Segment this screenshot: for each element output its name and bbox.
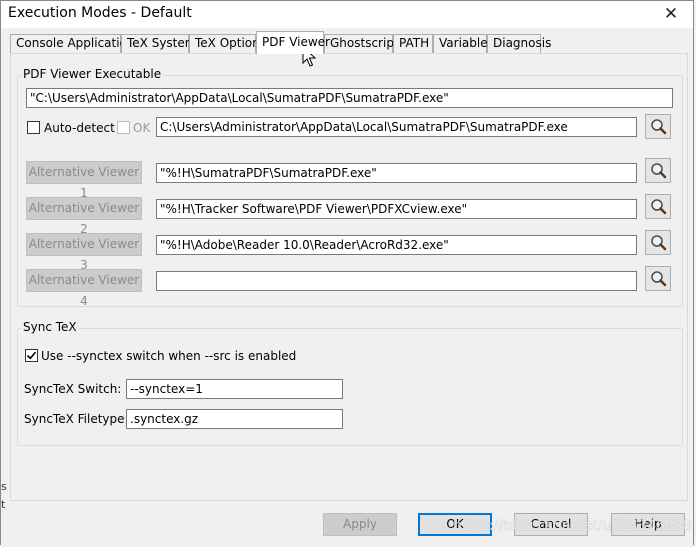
apply-button[interactable]: Apply	[323, 513, 397, 536]
synctex-group-label: Sync TeX	[21, 320, 79, 334]
ok-checkbox-label: OK	[133, 121, 151, 135]
browse-button-alt-4[interactable]	[645, 266, 671, 291]
browse-button-detected[interactable]	[645, 114, 671, 139]
alternative-viewer-2-button[interactable]: Alternative Viewer 2	[26, 197, 142, 236]
tab-pdf-viewer[interactable]: PDF Viewer	[256, 31, 330, 54]
alternative-viewer-4-button[interactable]: Alternative Viewer 4	[26, 269, 142, 308]
detected-path-field[interactable]: C:\Users\Administrator\AppData\Local\Sum…	[156, 117, 637, 137]
edge-fragment: t	[1, 498, 6, 511]
alternative-viewer-3-button[interactable]: Alternative Viewer 3	[26, 233, 142, 272]
tab-path[interactable]: PATH	[393, 34, 433, 53]
checkmark-icon	[26, 351, 37, 360]
tab-label: PDF Viewer	[262, 35, 330, 49]
alternative-viewer-1-input[interactable]: "%!H\SumatraPDF\SumatraPDF.exe"	[156, 163, 637, 183]
use-synctex-checkbox[interactable]	[25, 349, 38, 362]
magnifier-icon	[651, 119, 667, 135]
help-button[interactable]: Help	[611, 513, 685, 536]
ok-checkbox[interactable]	[117, 121, 130, 134]
tab-variables[interactable]: Variables	[433, 34, 494, 53]
title-bar: Execution Modes - Default ✕	[1, 1, 693, 28]
synctex-filetype-label: SyncTeX Filetype:	[24, 412, 129, 426]
magnifier-icon	[651, 163, 667, 179]
tab-label: Ghostscript	[330, 36, 399, 50]
magnifier-icon	[651, 235, 667, 251]
tab-label: Variables	[439, 36, 494, 50]
tab-ghostscript[interactable]: Ghostscript	[324, 34, 399, 53]
auto-detect-checkbox[interactable]	[27, 121, 40, 134]
pdf-viewer-panel: PDF Viewer Executable "C:\Users\Administ…	[10, 53, 688, 501]
auto-detect-label: Auto-detect	[44, 121, 115, 135]
tab-label: PATH	[399, 36, 430, 50]
alternative-viewer-2-input[interactable]: "%!H\Tracker Software\PDF Viewer\PDFXCvi…	[156, 199, 637, 219]
pdf-viewer-executable-label: PDF Viewer Executable	[21, 67, 164, 81]
tab-diagnosis[interactable]: Diagnosis	[487, 34, 551, 53]
close-icon[interactable]: ✕	[659, 3, 683, 25]
browse-button-alt-3[interactable]	[645, 230, 671, 255]
window-title: Execution Modes - Default	[8, 5, 192, 21]
tab-tex-system[interactable]: TeX System	[121, 34, 196, 53]
magnifier-icon	[651, 271, 667, 287]
tab-console-applications[interactable]: Console Applications	[10, 34, 141, 53]
synctex-switch-label: SyncTeX Switch:	[24, 382, 122, 396]
ok-button[interactable]: OK	[418, 513, 492, 536]
browse-button-alt-2[interactable]	[645, 194, 671, 219]
tab-label: Diagnosis	[493, 36, 552, 50]
executable-path-input[interactable]: "C:\Users\Administrator\AppData\Local\Su…	[26, 88, 673, 108]
browse-button-alt-1[interactable]	[645, 158, 671, 183]
alternative-viewer-3-input[interactable]: "%!H\Adobe\Reader 10.0\Reader\AcroRd32.e…	[156, 235, 637, 255]
tab-tex-options[interactable]: TeX Options	[189, 34, 266, 53]
alternative-viewer-1-button[interactable]: Alternative Viewer 1	[26, 161, 142, 200]
use-synctex-label: Use --synctex switch when --src is enabl…	[41, 349, 297, 363]
synctex-switch-input[interactable]: --synctex=1	[126, 379, 343, 399]
magnifier-icon	[651, 199, 667, 215]
cancel-button[interactable]: Cancel	[514, 513, 588, 536]
alternative-viewer-4-input[interactable]	[156, 271, 637, 291]
edge-fragment: s	[1, 480, 7, 493]
tab-label: TeX System	[127, 36, 197, 50]
execution-modes-dialog: Execution Modes - Default ✕ Console Appl…	[0, 0, 694, 546]
synctex-filetype-input[interactable]: .synctex.gz	[126, 409, 343, 429]
